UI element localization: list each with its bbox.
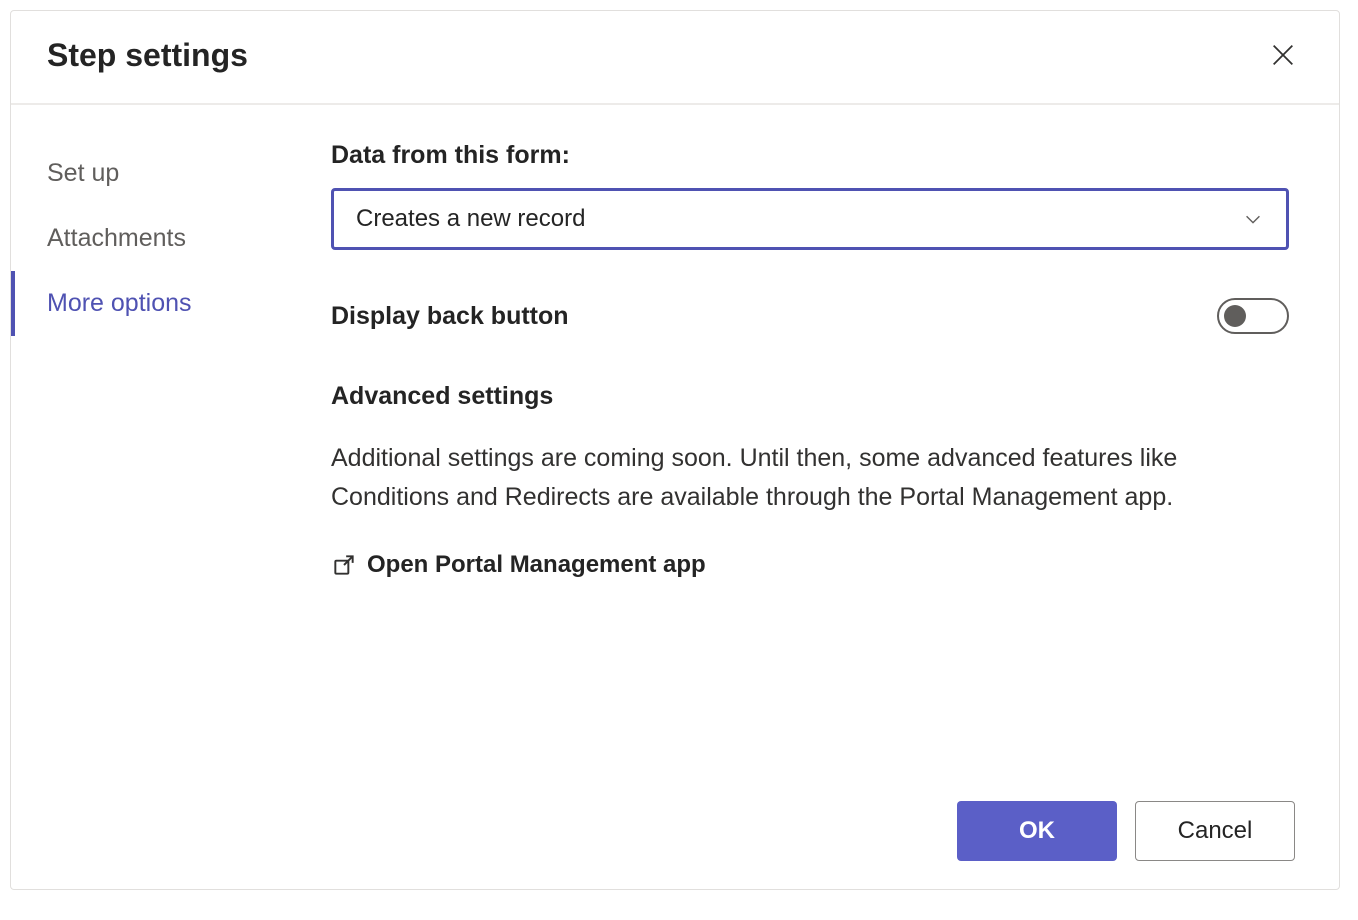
chevron-down-icon: [1242, 208, 1264, 230]
toggle-knob: [1224, 305, 1246, 327]
cancel-button[interactable]: Cancel: [1135, 801, 1295, 861]
open-portal-label: Open Portal Management app: [367, 551, 706, 579]
sidebar-nav: Set up Attachments More options: [11, 141, 331, 889]
data-from-select[interactable]: Creates a new record: [331, 188, 1289, 250]
step-settings-dialog: Step settings Set up Attachments More op…: [10, 10, 1340, 890]
advanced-settings-description: Additional settings are coming soon. Unt…: [331, 439, 1289, 517]
dialog-title: Step settings: [47, 37, 248, 74]
external-link-icon: [331, 552, 357, 578]
nav-item-more-options[interactable]: More options: [11, 271, 331, 336]
nav-item-setup[interactable]: Set up: [11, 141, 331, 206]
content-panel: Data from this form: Creates a new recor…: [331, 141, 1339, 889]
dialog-body: Set up Attachments More options Data fro…: [11, 105, 1339, 889]
close-button[interactable]: [1263, 35, 1303, 75]
display-back-row: Display back button: [331, 298, 1289, 334]
ok-button[interactable]: OK: [957, 801, 1117, 861]
close-icon: [1269, 41, 1297, 69]
data-from-value: Creates a new record: [356, 205, 585, 233]
nav-item-attachments[interactable]: Attachments: [11, 206, 331, 271]
advanced-settings-title: Advanced settings: [331, 382, 1289, 411]
open-portal-link[interactable]: Open Portal Management app: [331, 551, 706, 579]
display-back-toggle[interactable]: [1217, 298, 1289, 334]
display-back-label: Display back button: [331, 302, 569, 331]
dialog-footer: OK Cancel: [957, 801, 1295, 861]
dialog-header: Step settings: [11, 11, 1339, 105]
data-from-label: Data from this form:: [331, 141, 1289, 170]
